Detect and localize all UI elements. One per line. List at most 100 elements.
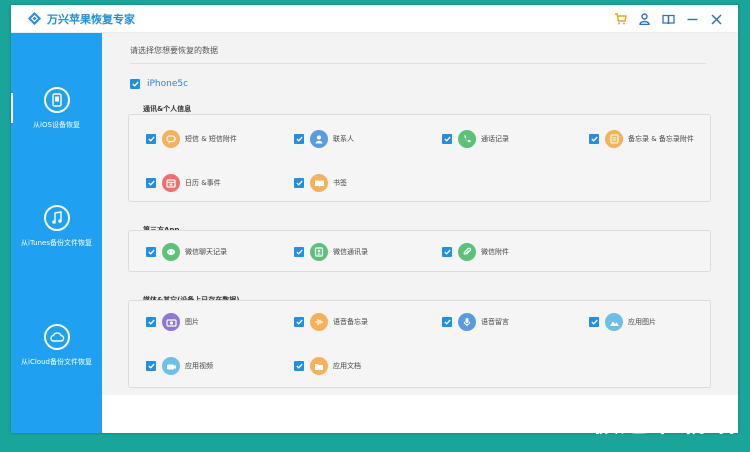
item-checkbox[interactable] — [442, 134, 452, 144]
cloud-icon — [43, 324, 70, 350]
music-note-icon — [43, 205, 70, 231]
diamond-logo-icon — [27, 11, 42, 26]
check-icon — [295, 180, 303, 186]
item-wechat-contacts[interactable]: 微信通讯录 — [294, 243, 368, 261]
item-messages[interactable]: 短信 & 短信附件 — [146, 130, 237, 148]
item-checkbox[interactable] — [442, 247, 452, 257]
check-icon — [295, 136, 303, 142]
item-label: 应用文档 — [333, 362, 361, 370]
close-icon — [711, 14, 721, 24]
item-label: 短信 & 短信附件 — [185, 135, 237, 143]
sidebar-item-itunes-backup[interactable]: 从iTunes备份文件恢复 — [11, 205, 102, 248]
item-checkbox[interactable] — [146, 317, 156, 327]
check-icon — [147, 319, 155, 325]
sidebar-item-icloud-backup[interactable]: 从iCloud备份文件恢复 — [11, 324, 102, 367]
user-icon — [638, 13, 650, 25]
close-button[interactable] — [704, 9, 728, 29]
item-checkbox[interactable] — [146, 247, 156, 257]
item-label: 微信聊天记录 — [185, 248, 227, 256]
item-checkbox[interactable] — [146, 178, 156, 188]
item-label: 应用视频 — [185, 362, 213, 370]
check-icon — [443, 319, 451, 325]
microphone-icon — [458, 313, 476, 331]
item-checkbox[interactable] — [294, 361, 304, 371]
device-label: iPhone5c — [147, 79, 189, 89]
item-checkbox[interactable] — [294, 134, 304, 144]
app-document-icon — [310, 357, 328, 375]
item-label: 书签 — [333, 179, 347, 187]
message-icon — [162, 130, 180, 148]
item-photos[interactable]: 图片 — [146, 313, 199, 331]
check-icon — [131, 81, 139, 87]
watermark-text: 极速下载站 — [590, 405, 736, 438]
item-checkbox[interactable] — [146, 361, 156, 371]
sidebar-item-ios-device[interactable]: 从iOS设备恢复 — [11, 87, 102, 130]
check-icon — [147, 136, 155, 142]
item-label: 应用图片 — [628, 318, 656, 326]
check-icon — [590, 319, 598, 325]
contact-icon — [310, 130, 328, 148]
item-voice-memos[interactable]: 语音备忘录 — [294, 313, 368, 331]
account-button[interactable] — [632, 9, 656, 29]
item-label: 日历 &事件 — [185, 179, 221, 187]
data-selection-panel: 请选择您想要恢复的数据 iPhone5c 通讯&个人信息 短信 & 短信附件 联… — [102, 33, 738, 395]
item-label: 微信通讯录 — [333, 248, 368, 256]
item-checkbox[interactable] — [294, 178, 304, 188]
app-title: 万兴苹果恢复专家 — [47, 13, 135, 26]
item-checkbox[interactable] — [589, 317, 599, 327]
book-icon — [661, 14, 675, 24]
check-icon — [443, 249, 451, 255]
check-icon — [147, 180, 155, 186]
item-calendar[interactable]: 日历 &事件 — [146, 174, 221, 192]
item-label: 备忘录 & 备忘录附件 — [628, 135, 694, 143]
item-notes[interactable]: 备忘录 & 备忘录附件 — [589, 130, 694, 148]
memo-icon — [605, 130, 623, 148]
wechat-chat-icon — [162, 243, 180, 261]
phone-icon — [43, 87, 70, 113]
check-icon — [295, 363, 303, 369]
item-voicemail[interactable]: 语音留言 — [442, 313, 509, 331]
sidebar-item-label: 从iCloud备份文件恢复 — [21, 358, 92, 366]
page-title: 请选择您想要恢复的数据 — [130, 46, 218, 55]
sidebar-item-label: 从iOS设备恢复 — [33, 121, 80, 129]
phone-call-icon — [458, 130, 476, 148]
cart-button[interactable] — [608, 9, 632, 29]
item-checkbox[interactable] — [442, 317, 452, 327]
camera-icon — [162, 313, 180, 331]
item-checkbox[interactable] — [146, 134, 156, 144]
item-label: 通话记录 — [481, 135, 509, 143]
check-icon — [295, 249, 303, 255]
item-bookmarks[interactable]: 书签 — [294, 174, 347, 192]
check-icon — [147, 363, 155, 369]
item-wechat-attachments[interactable]: 微信附件 — [442, 243, 509, 261]
minimize-button[interactable] — [680, 9, 704, 29]
group-third-party-apps: 微信聊天记录 微信通讯录 微信附件 — [128, 230, 711, 272]
item-contacts[interactable]: 联系人 — [294, 130, 354, 148]
device-checkbox-row[interactable]: iPhone5c — [130, 79, 188, 89]
sidebar-item-label: 从iTunes备份文件恢复 — [21, 239, 92, 247]
item-app-photos[interactable]: 应用图片 — [589, 313, 656, 331]
app-window: 万兴苹果恢复专家 从iOS设备恢复 从iTunes备份文件恢复 从iCloud备… — [11, 5, 738, 433]
title-bar: 万兴苹果恢复专家 — [11, 5, 738, 33]
item-app-videos[interactable]: 应用视频 — [146, 357, 213, 375]
wechat-attachment-icon — [458, 243, 476, 261]
group-media-other: 图片 语音备忘录 语音留言 应用图片 应用视频 应用文档 — [128, 300, 711, 388]
item-label: 语音留言 — [481, 318, 509, 326]
device-checkbox[interactable] — [130, 79, 140, 89]
bookmark-icon — [310, 174, 328, 192]
voice-memo-icon — [310, 313, 328, 331]
item-label: 图片 — [185, 318, 199, 326]
item-wechat-chats[interactable]: 微信聊天记录 — [146, 243, 227, 261]
check-icon — [590, 136, 598, 142]
help-button[interactable] — [656, 9, 680, 29]
group-title: 通讯&个人信息 — [143, 105, 192, 113]
divider — [130, 63, 706, 64]
item-checkbox[interactable] — [294, 317, 304, 327]
item-call-history[interactable]: 通话记录 — [442, 130, 509, 148]
check-icon — [295, 319, 303, 325]
minimize-icon — [687, 18, 697, 20]
item-checkbox[interactable] — [589, 134, 599, 144]
check-icon — [147, 249, 155, 255]
item-app-documents[interactable]: 应用文档 — [294, 357, 361, 375]
item-checkbox[interactable] — [294, 247, 304, 257]
